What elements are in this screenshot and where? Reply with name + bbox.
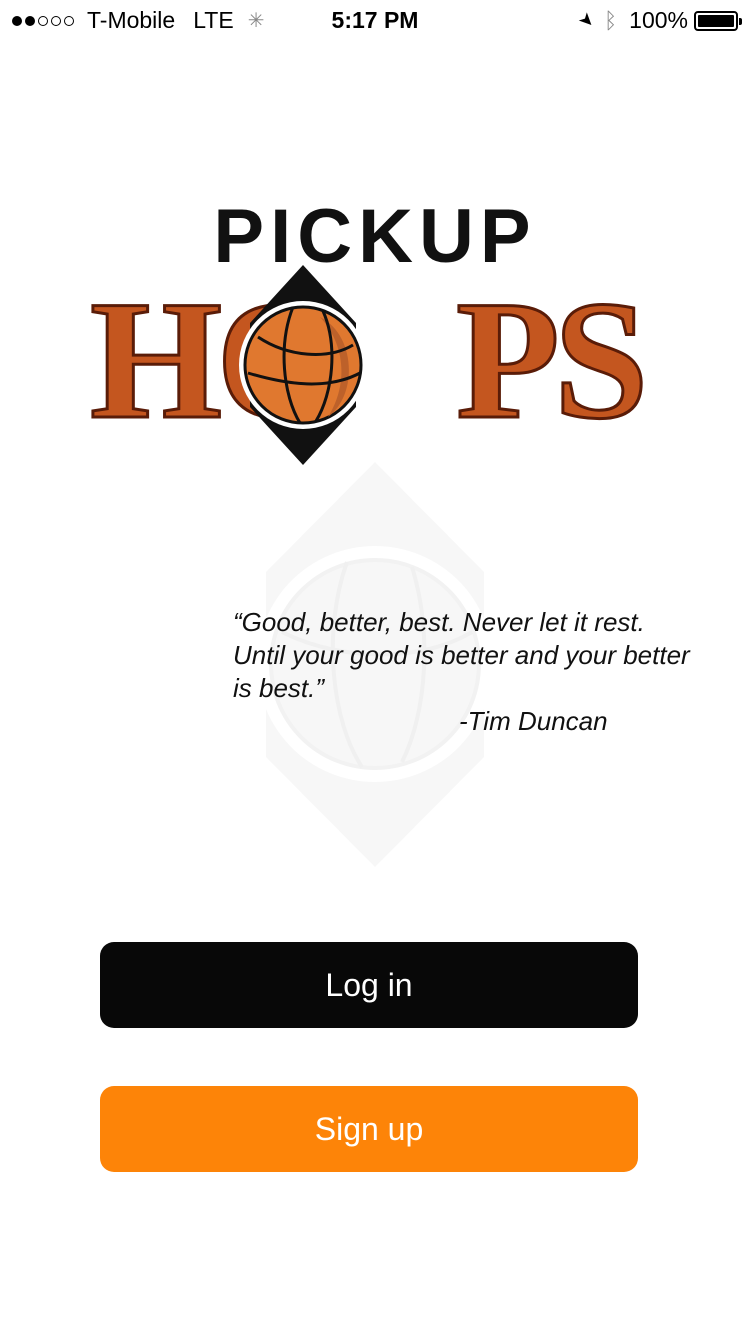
login-button[interactable]: Log in (100, 942, 638, 1028)
battery-icon (694, 10, 742, 31)
battery-level (698, 14, 734, 27)
battery-percent: 100% (629, 7, 688, 33)
logo-hoops-right: PS (454, 266, 649, 454)
basketball-icon (238, 265, 368, 465)
signup-button[interactable]: Sign up (100, 1086, 638, 1172)
motivational-quote: “Good, better, best. Never let it rest. … (233, 607, 690, 703)
status-right: ➤ ᛒ 100% (574, 7, 742, 34)
bluetooth-icon: ᛒ (603, 7, 618, 33)
quote-author: -Tim Duncan (459, 706, 608, 736)
status-bar: T-Mobile LTE ✳ 5:17 PM ➤ ᛒ 100% (0, 0, 750, 40)
app-logo: PICKUP HO PS (0, 185, 750, 475)
logo-hoops-text: HO PS (88, 266, 650, 454)
screen: T-Mobile LTE ✳ 5:17 PM ➤ ᛒ 100% PICKUP H… (0, 0, 750, 1334)
